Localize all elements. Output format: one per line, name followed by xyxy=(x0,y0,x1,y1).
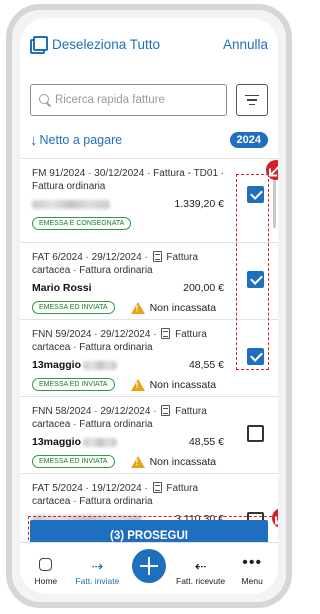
payment-status: Non incassata xyxy=(149,301,217,314)
invoice-amount: 1.339,20 € xyxy=(174,198,224,210)
warning-icon xyxy=(130,455,145,468)
sort-label[interactable]: Netto a pagare xyxy=(40,133,123,147)
bottom-navigation: Home ⇢ Fatt. inviate ⇠ Fatt. ricevute ••… xyxy=(20,542,278,594)
payment-warning: Non incassata xyxy=(130,378,217,391)
search-row xyxy=(30,84,268,116)
invoice-number-date: FAT 5/2024 · 19/12/2024 · xyxy=(32,483,148,494)
invoice-header-line: FAT 6/2024 · 29/12/2024 · Fattura xyxy=(32,251,268,264)
warning-icon xyxy=(130,378,145,391)
nav-home-label: Home xyxy=(34,576,58,586)
customer-name: Mario Rossi xyxy=(32,282,92,294)
annotation-arrow-icon xyxy=(276,512,278,524)
invoice-amount: 48,55 € xyxy=(188,436,224,448)
invoice-number-date: FNN 59/2024 · 29/12/2024 · xyxy=(32,329,157,340)
paper-invoice-icon xyxy=(152,251,162,262)
nav-home[interactable]: Home xyxy=(20,543,72,594)
invoice-type-label: Fattura xyxy=(175,329,207,340)
filter-icon xyxy=(247,99,257,101)
search-input[interactable] xyxy=(54,94,218,106)
status-badge: EMESSA ED INVIATA xyxy=(32,455,115,468)
sort-arrow-down-icon[interactable]: ↓ xyxy=(30,133,38,148)
invoice-number-date: FAT 6/2024 · 29/12/2024 · xyxy=(32,252,148,263)
invoice-item[interactable]: FNN 58/2024 · 29/12/2024 · Fattura carta… xyxy=(20,396,278,473)
invoice-checkbox[interactable] xyxy=(247,425,264,442)
invoice-type-line: cartacea · Fattura ordinaria xyxy=(32,342,153,353)
deselect-all-button[interactable]: Deseleziona Tutto xyxy=(52,37,160,52)
invoice-header-line: FM 91/2024 · 30/12/2024 · Fattura - TD01… xyxy=(32,168,225,179)
nav-menu-label: Menu xyxy=(241,576,263,586)
invoice-type-line: cartacea · Fattura ordinaria xyxy=(32,265,153,276)
paper-invoice-icon xyxy=(161,405,171,416)
invoice-type-line: cartacea · Fattura ordinaria xyxy=(32,496,153,507)
nav-menu[interactable]: ••• Menu xyxy=(226,543,278,594)
invoice-type-line: cartacea · Fattura ordinaria xyxy=(32,419,153,430)
customer-name: 13maggio xyxy=(32,436,82,448)
more-dots-icon: ••• xyxy=(242,554,263,571)
status-badge: EMESSA ED INVIATA xyxy=(32,301,115,314)
invoice-header-line: FNN 58/2024 · 29/12/2024 · Fattura xyxy=(32,405,268,418)
paper-invoice-icon xyxy=(161,328,171,339)
year-filter-badge[interactable]: 2024 xyxy=(229,132,268,148)
search-box[interactable] xyxy=(30,84,227,116)
invoice-type-label: Fattura xyxy=(166,252,199,263)
payment-warning: Non incassata xyxy=(130,301,217,314)
blurred-customer-name xyxy=(83,360,118,370)
invoice-header-line: FAT 5/2024 · 19/12/2024 · Fattura xyxy=(32,482,268,495)
status-badge: EMESSA E CONSEGNATA xyxy=(32,217,132,230)
blurred-customer-name xyxy=(32,199,110,209)
filter-icon xyxy=(249,103,255,106)
status-badge: EMESSA ED INVIATA xyxy=(32,378,115,391)
arrow-right-icon: ⇢ xyxy=(91,558,104,574)
invoice-type-label: Fattura xyxy=(166,483,199,494)
blurred-customer-name xyxy=(83,437,118,447)
invoice-type-label: Fattura xyxy=(175,406,207,417)
filter-icon xyxy=(245,94,259,97)
nav-new-invoice[interactable] xyxy=(123,543,175,594)
payment-status: Non incassata xyxy=(149,455,217,468)
customer-name: 13maggio xyxy=(32,359,82,371)
nav-sent-invoices[interactable]: ⇢ Fatt. inviate xyxy=(72,543,124,594)
invoice-amount: 200,00 € xyxy=(183,282,224,294)
app-screen: Deseleziona Tutto Annulla ↓ Netto a paga… xyxy=(20,18,278,594)
select-all-icon[interactable] xyxy=(30,36,48,54)
plus-icon[interactable] xyxy=(131,549,166,583)
nav-received-label: Fatt. ricevute xyxy=(176,576,226,586)
invoice-number-date: FNN 58/2024 · 29/12/2024 · xyxy=(32,406,157,417)
filter-button[interactable] xyxy=(236,84,268,116)
payment-warning: Non incassata xyxy=(130,455,217,468)
invoice-type-line: Fattura ordinaria xyxy=(32,181,106,192)
paper-invoice-icon xyxy=(152,482,162,493)
cancel-button[interactable]: Annulla xyxy=(223,37,268,52)
warning-icon xyxy=(130,301,145,314)
nav-received-invoices[interactable]: ⇠ Fatt. ricevute xyxy=(175,543,227,594)
invoice-header-line: FNN 59/2024 · 29/12/2024 · Fattura xyxy=(32,328,268,341)
top-bar: Deseleziona Tutto Annulla xyxy=(20,18,278,70)
phone-frame: Deseleziona Tutto Annulla ↓ Netto a paga… xyxy=(6,4,292,608)
checkbox-highlight-box xyxy=(236,174,269,370)
invoice-amount: 48,55 € xyxy=(188,359,224,371)
home-icon xyxy=(39,558,53,571)
search-icon xyxy=(39,94,50,106)
sort-row: ↓ Netto a pagare 2024 xyxy=(30,130,268,150)
arrow-left-icon: ⇠ xyxy=(194,558,207,574)
payment-status: Non incassata xyxy=(149,378,217,391)
nav-sent-label: Fatt. inviate xyxy=(75,576,120,586)
annotation-arrow-icon xyxy=(270,164,278,176)
